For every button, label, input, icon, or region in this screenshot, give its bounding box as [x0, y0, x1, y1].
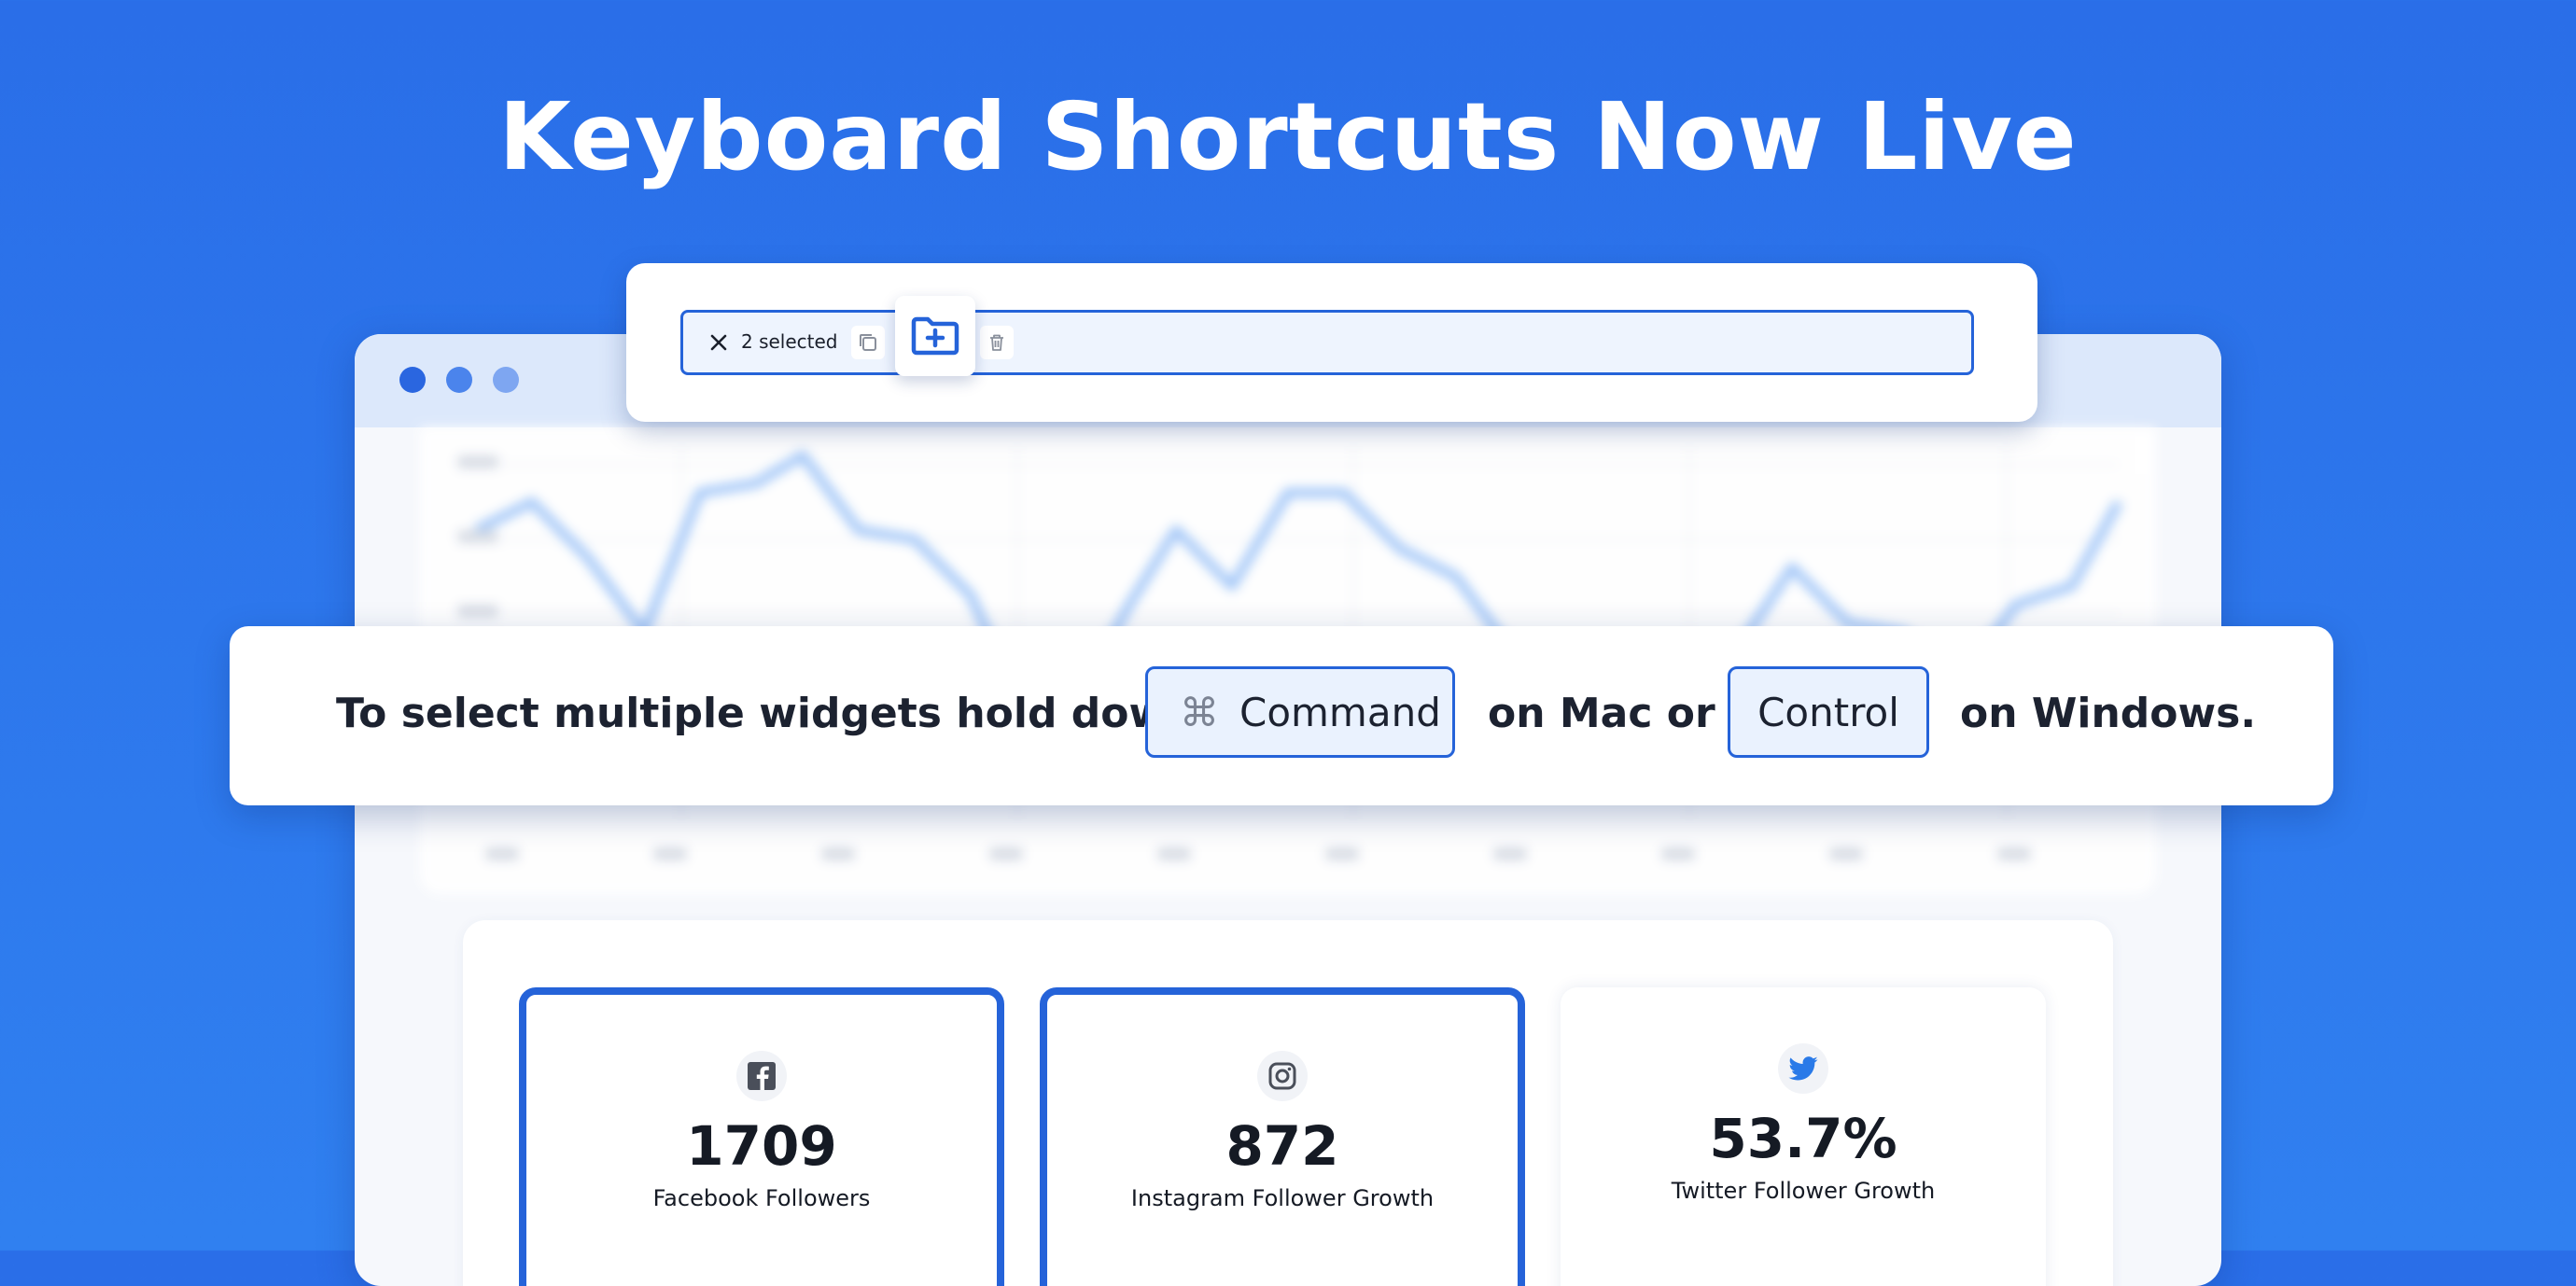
instagram-icon [1257, 1051, 1308, 1101]
selected-count: 2 selected [741, 330, 838, 353]
stat-value: 1709 [686, 1114, 837, 1178]
instruction-text-end: on Windows. [1960, 690, 2257, 737]
command-key-label: Command [1239, 689, 1441, 735]
stat-label: Facebook Followers [652, 1185, 871, 1211]
close-icon[interactable] [706, 329, 732, 356]
instruction-banner: To select multiple widgets hold down ⌘ C… [230, 626, 2333, 805]
folder-plus-icon[interactable] [895, 296, 975, 376]
facebook-icon [736, 1051, 787, 1101]
window-minimize-dot[interactable] [446, 367, 472, 393]
stat-label: Instagram Follower Growth [1130, 1185, 1435, 1211]
stat-value: 53.7% [1709, 1107, 1897, 1170]
stat-card-twitter[interactable]: 53.7% Twitter Follower Growth [1561, 987, 2046, 1286]
twitter-icon [1778, 1043, 1828, 1094]
stat-card-instagram[interactable]: 872 Instagram Follower Growth [1040, 987, 1525, 1286]
instruction-text-middle: on Mac or [1488, 690, 1715, 737]
selection-toolbar: 2 selected [680, 310, 1974, 375]
instruction-text-start: To select multiple widgets hold down [336, 690, 1197, 737]
copy-icon[interactable] [851, 326, 885, 359]
control-key: Control [1728, 666, 1929, 758]
command-key: ⌘ Command [1145, 666, 1455, 758]
control-key-label: Control [1757, 689, 1899, 735]
stats-panel: 1709 Facebook Followers 872 Instagram Fo… [463, 920, 2113, 1286]
headline: Keyboard Shortcuts Now Live [498, 82, 2078, 191]
stat-label: Twitter Follower Growth [1671, 1178, 1936, 1204]
stat-value: 872 [1225, 1114, 1339, 1178]
selection-toolbar-card: 2 selected [626, 263, 2037, 422]
window-maximize-dot[interactable] [493, 367, 519, 393]
window-close-dot[interactable] [399, 367, 426, 393]
stat-card-facebook[interactable]: 1709 Facebook Followers [519, 987, 1004, 1286]
trash-icon[interactable] [980, 326, 1014, 359]
browser-window: 1709 Facebook Followers 872 Instagram Fo… [355, 334, 2221, 1286]
command-icon: ⌘ [1180, 689, 1219, 735]
